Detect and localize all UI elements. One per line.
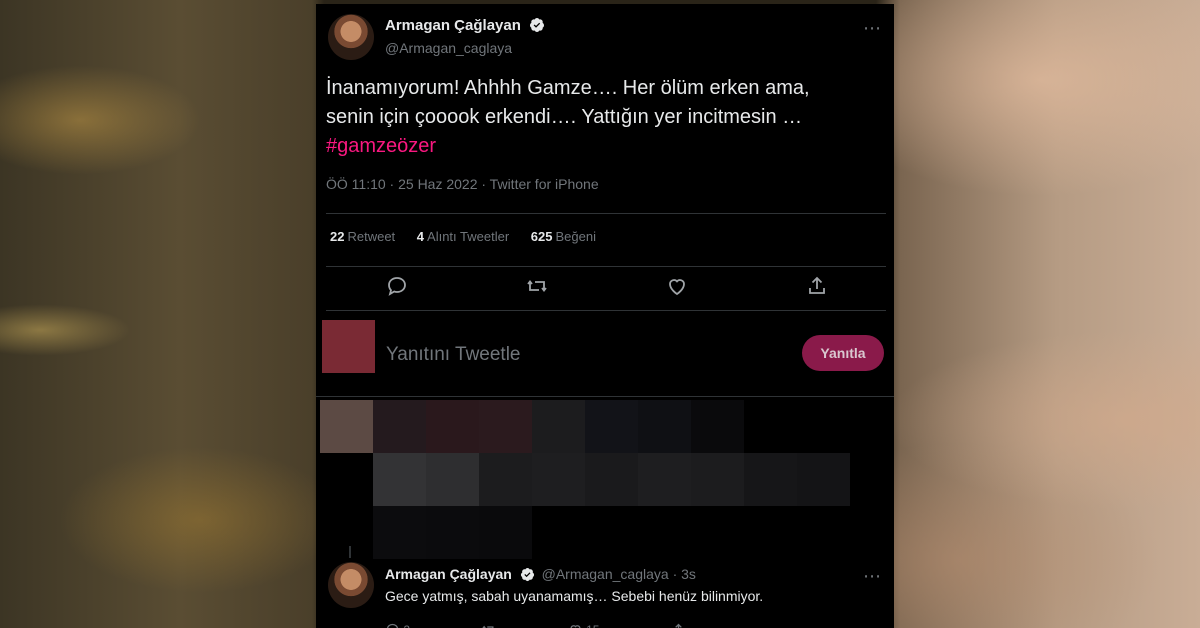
tweet-actions	[316, 274, 894, 300]
pixel-block	[638, 400, 691, 453]
author-handle[interactable]: @Armagan_caglaya	[385, 40, 512, 56]
reply-author-handle[interactable]: @Armagan_caglaya	[542, 566, 669, 582]
pixel-block	[479, 400, 532, 453]
thread-connector	[349, 546, 351, 558]
censored-media	[316, 400, 894, 559]
pixel-block	[320, 400, 373, 453]
reply-time[interactable]: · 3s	[673, 566, 696, 582]
author-name-text[interactable]: Armagan Çağlayan	[385, 17, 521, 34]
reply-icon	[386, 623, 399, 628]
pixel-block	[373, 506, 426, 559]
tweet-text: İnanamıyorum! Ahhhh Gamze…. Her ölüm erk…	[326, 74, 876, 161]
tweet-card: Armagan Çağlayan @Armagan_caglaya ⋯ İnan…	[316, 4, 894, 628]
pixel-block	[479, 506, 532, 559]
quote-stat[interactable]: 4 Alıntı Tweetler	[417, 229, 509, 244]
pixel-block	[426, 453, 479, 506]
reply-tweet-text: Gece yatmış, sabah uyanamamış… Sebebi he…	[385, 588, 764, 604]
reply-tweet-header: Armagan Çağlayan @Armagan_caglaya · 3s	[385, 566, 696, 582]
retweet-stat[interactable]: 22 Retweet	[330, 229, 395, 244]
pixel-block	[691, 400, 744, 453]
like-count: 625	[530, 229, 553, 244]
reply-tweet-actions: 2 15	[385, 622, 754, 628]
reply-tweet[interactable]: Armagan Çağlayan @Armagan_caglaya · 3s ⋯…	[328, 562, 882, 628]
reply-like-count: 15	[586, 623, 599, 628]
author-name[interactable]: Armagan Çağlayan	[385, 17, 545, 34]
pixel-block	[373, 453, 426, 506]
reply-count: 2	[403, 623, 410, 628]
more-options-icon[interactable]: ⋯	[863, 566, 882, 587]
pixel-block	[585, 453, 638, 506]
author-avatar[interactable]	[328, 14, 374, 60]
reply-author-avatar[interactable]	[328, 562, 374, 608]
divider	[326, 266, 886, 267]
pixel-block	[691, 453, 744, 506]
pixel-block	[426, 506, 479, 559]
divider	[326, 213, 886, 214]
retweet-count: 22	[330, 229, 345, 244]
heart-icon[interactable]	[665, 274, 689, 298]
hashtag-link[interactable]: #gamzeözer	[326, 132, 876, 161]
retweet-icon	[482, 625, 494, 628]
pixel-block	[479, 453, 532, 506]
reply-compose-box: Yanıtını Tweetle Yanıtla	[316, 316, 894, 397]
quote-label: Alıntı Tweetler	[427, 229, 510, 244]
like-label: Beğeni	[555, 229, 596, 244]
like-action[interactable]: 15	[568, 622, 599, 628]
share-icon	[675, 623, 682, 628]
pixel-block	[373, 400, 426, 453]
tweet-stats: 22 Retweet 4 Alıntı Tweetler 625 Beğeni	[330, 229, 614, 244]
like-stat[interactable]: 625 Beğeni	[531, 229, 596, 244]
pixel-block	[585, 400, 638, 453]
quote-count: 4	[416, 229, 425, 244]
share-action[interactable]	[671, 622, 686, 628]
tweet-header: Armagan Çağlayan @Armagan_caglaya ⋯	[328, 14, 882, 64]
pixel-block	[532, 400, 585, 453]
retweet-label: Retweet	[347, 229, 396, 244]
reply-icon[interactable]	[385, 274, 409, 298]
pixel-block	[797, 453, 850, 506]
heart-icon	[570, 625, 581, 628]
retweet-icon[interactable]	[525, 274, 549, 298]
pixel-block	[532, 453, 585, 506]
reply-button[interactable]: Yanıtla	[802, 335, 884, 371]
reply-author-name[interactable]: Armagan Çağlayan	[385, 566, 512, 582]
reply-input[interactable]: Yanıtını Tweetle	[386, 344, 521, 366]
divider	[326, 310, 886, 311]
tweet-text-line2: senin için çooook erkendi…. Yattığın yer…	[326, 106, 803, 128]
retweet-action[interactable]	[481, 622, 496, 628]
more-options-icon[interactable]: ⋯	[863, 18, 882, 39]
reply-action[interactable]: 2	[385, 622, 410, 628]
tweet-text-line1: İnanamıyorum! Ahhhh Gamze…. Her ölüm erk…	[326, 77, 810, 99]
share-icon[interactable]	[805, 274, 829, 298]
verified-badge-icon	[530, 18, 545, 32]
pixel-block	[744, 453, 797, 506]
pixel-block	[426, 400, 479, 453]
tweet-meta[interactable]: ÖÖ 11:10 · 25 Haz 2022 · Twitter for iPh…	[326, 176, 599, 192]
current-user-avatar	[322, 320, 375, 373]
pixel-block	[638, 453, 691, 506]
verified-badge-icon	[520, 567, 534, 582]
